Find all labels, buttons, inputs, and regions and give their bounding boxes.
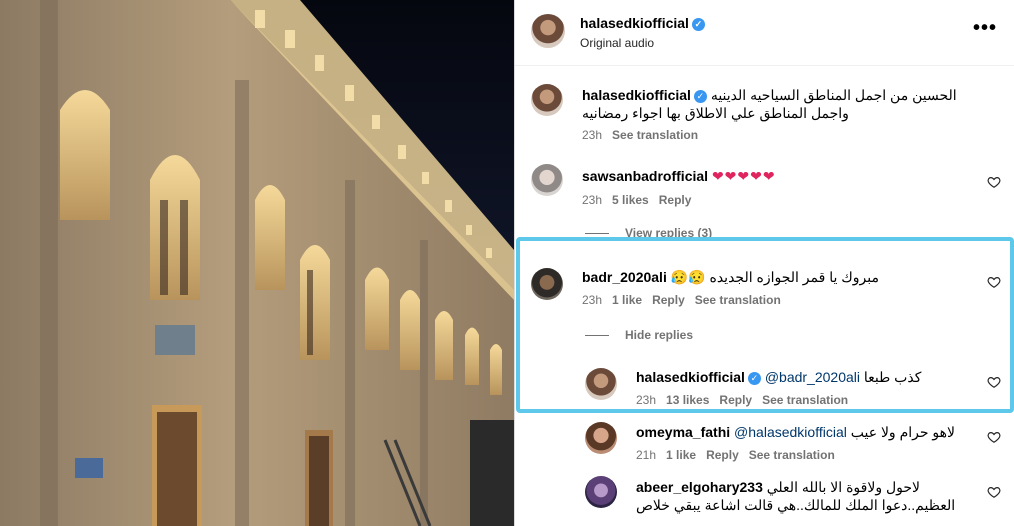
comment-body: badr_2020ali مبروك يا قمر الجوازه الجديد… (582, 268, 879, 286)
reply-button[interactable]: Reply (706, 448, 739, 462)
commenter-avatar[interactable] (531, 164, 563, 196)
comment-likes[interactable]: 5 likes (612, 193, 649, 207)
reply-text: كذب طبعا (863, 369, 922, 385)
reply-meta: 23h 13 likes Reply See translation (636, 393, 858, 407)
reply-mention[interactable]: @halasedkiofficial (734, 424, 847, 440)
comment-time[interactable]: 23h (582, 293, 602, 307)
reply-likes[interactable]: 1 like (666, 448, 696, 462)
see-translation-button[interactable]: See translation (695, 293, 781, 307)
author-name-text[interactable]: halasedkiofficial (580, 15, 689, 31)
hide-replies-label: Hide replies (625, 328, 694, 342)
caption-body: halasedkiofficial ✓ الحسين من اجمل المناط… (582, 86, 997, 122)
reply-avatar[interactable] (585, 476, 617, 508)
caption-meta: 23h See translation (582, 128, 708, 142)
comment-text: مبروك يا قمر الجوازه الجديده 😥😥 (670, 269, 879, 285)
reply-username[interactable]: omeyma_fathi (636, 424, 730, 440)
caption-username[interactable]: halasedkiofficial (582, 87, 691, 103)
commenter-avatar[interactable] (531, 268, 563, 300)
reply-avatar[interactable] (585, 368, 617, 400)
reply-username[interactable]: halasedkiofficial (636, 369, 745, 385)
author-username[interactable]: halasedkiofficial ✓ (580, 15, 705, 31)
divider-line (585, 335, 609, 337)
reply-body: halasedkiofficial ✓ @badr_2020ali كذب طبع… (636, 368, 921, 386)
comment-time[interactable]: 23h (582, 193, 602, 207)
comment-likes[interactable]: 1 like (612, 293, 642, 307)
view-replies-button[interactable]: View replies (3) (585, 226, 712, 240)
like-heart-icon[interactable] (987, 485, 1001, 499)
reply-button[interactable]: Reply (659, 193, 692, 207)
reply-button[interactable]: Reply (652, 293, 685, 307)
reply-mention[interactable]: @badr_2020ali (765, 369, 860, 385)
reply-avatar[interactable] (585, 422, 617, 454)
verified-icon: ✓ (747, 372, 761, 385)
like-heart-icon[interactable] (987, 275, 1001, 289)
like-heart-icon[interactable] (987, 375, 1001, 389)
like-heart-icon[interactable] (987, 430, 1001, 444)
comment-meta: 23h 1 like Reply See translation (582, 293, 791, 307)
comments-panel: halasedkiofficial ✓ Original audio ••• ha… (514, 0, 1014, 526)
see-translation-button[interactable]: See translation (762, 393, 848, 407)
like-heart-icon[interactable] (987, 175, 1001, 189)
reply-likes[interactable]: 13 likes (666, 393, 709, 407)
caption-see-translation[interactable]: See translation (612, 128, 698, 142)
comment-username[interactable]: badr_2020ali (582, 269, 667, 285)
caption-time[interactable]: 23h (582, 128, 602, 142)
more-options-icon[interactable]: ••• (973, 18, 997, 38)
comment-text: ❤❤❤❤❤ (711, 168, 776, 184)
comment-body: sawsanbadrofficial ❤❤❤❤❤ (582, 167, 776, 185)
reply-button[interactable]: Reply (719, 393, 752, 407)
view-replies-label: View replies (3) (625, 226, 713, 240)
verified-icon: ✓ (691, 18, 705, 31)
divider-line (585, 233, 609, 235)
comment-username[interactable]: sawsanbadrofficial (582, 168, 708, 184)
reply-time[interactable]: 21h (636, 448, 656, 462)
reply-meta: 21h 1 like Reply See translation (636, 448, 845, 462)
see-translation-button[interactable]: See translation (749, 448, 835, 462)
hide-replies-button[interactable]: Hide replies (585, 328, 693, 342)
reply-username[interactable]: abeer_elgohary233 (636, 479, 763, 495)
post-photo (0, 0, 514, 526)
verified-icon: ✓ (693, 90, 707, 103)
audio-label[interactable]: Original audio (580, 36, 654, 50)
reply-text: لاهو حرام ولا عيب (850, 424, 956, 440)
reply-body: omeyma_fathi @halasedkiofficial لاهو حرا… (636, 423, 955, 441)
post-header: halasedkiofficial ✓ Original audio ••• (515, 0, 1014, 66)
author-avatar[interactable] (531, 14, 565, 48)
caption-avatar[interactable] (531, 84, 563, 116)
reply-time[interactable]: 23h (636, 393, 656, 407)
comment-meta: 23h 5 likes Reply (582, 193, 701, 207)
mosque-photo-graphic (0, 0, 514, 526)
reply-body: abeer_elgohary233 لاحول ولاقوة الا بالله… (636, 478, 981, 514)
